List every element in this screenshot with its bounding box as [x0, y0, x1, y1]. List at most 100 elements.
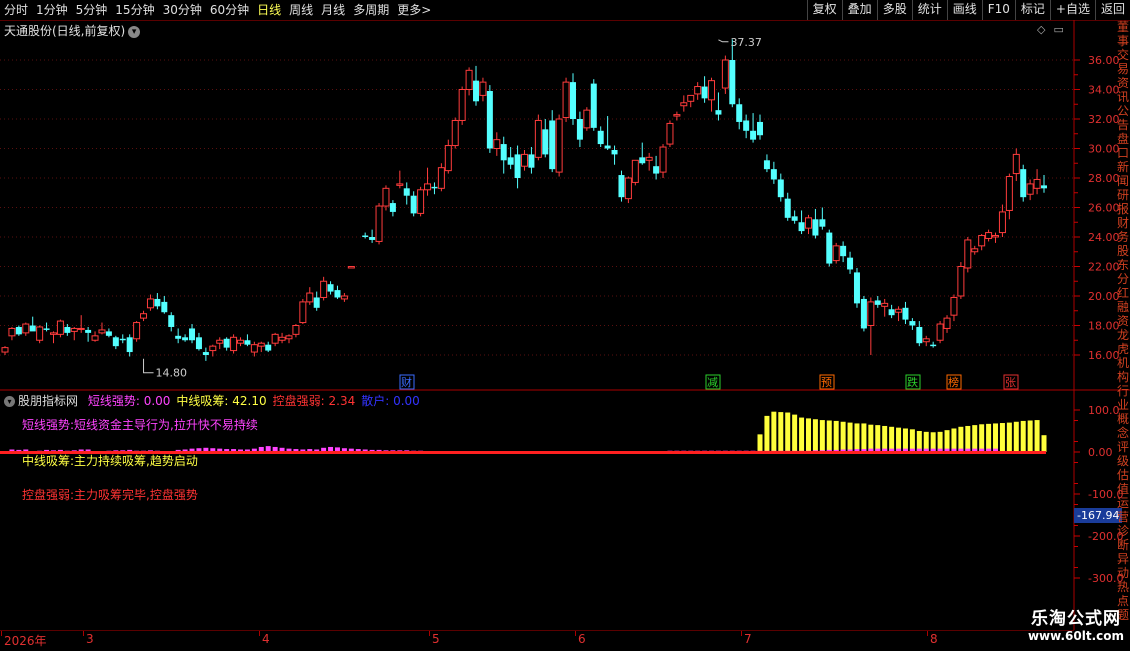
indicator-bar-magenta	[9, 449, 15, 452]
candle-body	[507, 157, 514, 165]
period-tab[interactable]: 30分钟	[159, 0, 206, 20]
indicator-bar-yellow	[812, 419, 818, 452]
toolbar-button[interactable]: 返回	[1094, 0, 1130, 20]
indicator-bar-magenta	[473, 451, 479, 453]
candle-body	[1041, 185, 1047, 189]
period-tab[interactable]: 月线	[317, 0, 349, 20]
indicator-bar-magenta	[923, 448, 929, 452]
indicator-bar-yellow	[986, 423, 992, 452]
candle-body	[784, 198, 791, 218]
toolbar-button[interactable]: 多股	[876, 0, 912, 20]
candle-body	[340, 295, 348, 300]
period-tab[interactable]: 1分钟	[32, 0, 72, 20]
indicator-bar-yellow	[882, 425, 888, 452]
period-tab[interactable]: 分时	[0, 0, 32, 20]
candle-body	[327, 284, 334, 292]
date-label: 2026年	[4, 634, 47, 648]
candle-body	[639, 157, 646, 164]
candle-body	[396, 183, 404, 186]
right-info-strip[interactable]: 董事交易资讯公告盘口新闻研报财务股东分红融资龙虎机构行业概念评级估值运营诊断异动…	[1117, 20, 1130, 630]
watermark-url: www.60lt.com	[1027, 629, 1124, 643]
indicator-bar-magenta	[549, 451, 555, 453]
candle-body	[964, 239, 972, 269]
indicator-bar-yellow	[833, 420, 839, 452]
indicator-bar-magenta	[674, 450, 680, 452]
candle-body	[847, 257, 854, 270]
candle-body	[216, 339, 224, 344]
indicator-bar-magenta	[293, 449, 299, 452]
indicator-bar-magenta	[930, 448, 936, 452]
price-label: 20.00	[1088, 290, 1120, 303]
toolbar-button[interactable]: +自选	[1049, 0, 1095, 20]
indicator-value: 短线强势: 0.00	[87, 394, 171, 408]
period-tab[interactable]: 60分钟	[206, 0, 253, 20]
chevron-down-icon[interactable]: ▾	[128, 25, 141, 38]
candlestick-chart[interactable]: 36.0034.0032.0030.0028.0026.0024.0022.00…	[0, 0, 1130, 650]
indicator-bar-magenta	[522, 451, 527, 453]
period-tab[interactable]: 周线	[285, 0, 317, 20]
legend-line-short: 短线强势:短线资金主导行为,拉升快不易持续	[22, 418, 258, 432]
indicator-bar-magenta	[258, 446, 264, 452]
candle-body	[36, 326, 44, 341]
indicator-bar-magenta	[238, 449, 244, 452]
candle-body	[168, 315, 175, 327]
toolbar-button[interactable]: 标记	[1014, 0, 1050, 20]
toolbar-button[interactable]: 统计	[911, 0, 947, 20]
candle-body	[902, 307, 909, 320]
candle-body	[278, 336, 286, 341]
strip-char: 资	[1117, 314, 1130, 328]
low-label: 14.80	[156, 367, 188, 380]
period-tab[interactable]: 更多>	[393, 0, 435, 20]
strip-char: 易	[1117, 62, 1130, 76]
period-tab[interactable]: 15分钟	[111, 0, 158, 20]
candle-body	[874, 300, 881, 305]
candle-body	[922, 338, 930, 343]
indicator-bar-yellow	[1006, 422, 1012, 452]
indicator-bar-magenta	[244, 449, 250, 452]
candle-body	[645, 156, 653, 161]
toolbar-button[interactable]: 复权	[806, 0, 842, 20]
indicator-bar-magenta	[833, 449, 839, 452]
candle-body	[126, 337, 133, 353]
diamond-icon[interactable]: ◇	[1037, 23, 1045, 36]
candle-body	[555, 118, 563, 173]
period-tab[interactable]: 多周期	[349, 0, 393, 20]
strip-char: 值	[1117, 482, 1130, 496]
indicator-bar-yellow	[889, 426, 895, 452]
strip-char: 新	[1117, 160, 1130, 174]
candle-body	[971, 248, 979, 253]
candle-body	[909, 321, 916, 326]
toolbar-button[interactable]: F10	[981, 0, 1015, 20]
candle-body	[119, 338, 126, 341]
indicator-bar-yellow	[854, 423, 860, 452]
indicator-bar-magenta	[646, 451, 652, 453]
strip-char: 运	[1117, 496, 1130, 510]
indicator-bar-yellow	[896, 427, 902, 452]
indicator-bar-magenta	[570, 451, 576, 453]
indicator-bar-yellow	[965, 425, 971, 452]
window-icon[interactable]: ▭	[1053, 23, 1063, 36]
candle-body	[715, 110, 722, 115]
event-marker-box	[705, 374, 721, 390]
event-marker-box	[819, 374, 835, 390]
indicator-bar-magenta	[452, 451, 458, 453]
candle-body	[736, 104, 743, 122]
date-label: 6	[578, 632, 586, 646]
watermark-title: 乐淘公式网	[1030, 609, 1121, 629]
indicator-bar-yellow	[1041, 435, 1047, 452]
indicator-bar-magenta	[944, 448, 950, 452]
chevron-down-icon[interactable]: ▾	[4, 396, 15, 407]
indicator-bar-magenta	[459, 451, 465, 453]
toolbar-button[interactable]: 叠加	[841, 0, 877, 20]
watermark: 乐淘公式网 www.60lt.com	[1028, 604, 1124, 643]
period-tab[interactable]: 日线	[253, 0, 285, 20]
indicator-bar-magenta	[528, 451, 534, 453]
strip-char: 务	[1117, 230, 1130, 244]
toolbar-button[interactable]: 画线	[946, 0, 982, 20]
price-label: 34.00	[1088, 84, 1120, 97]
candle-body	[133, 322, 141, 340]
candle-body	[292, 325, 300, 335]
period-tab[interactable]: 5分钟	[72, 0, 112, 20]
indicator-bar-magenta	[397, 450, 403, 452]
candle-body	[451, 119, 459, 147]
